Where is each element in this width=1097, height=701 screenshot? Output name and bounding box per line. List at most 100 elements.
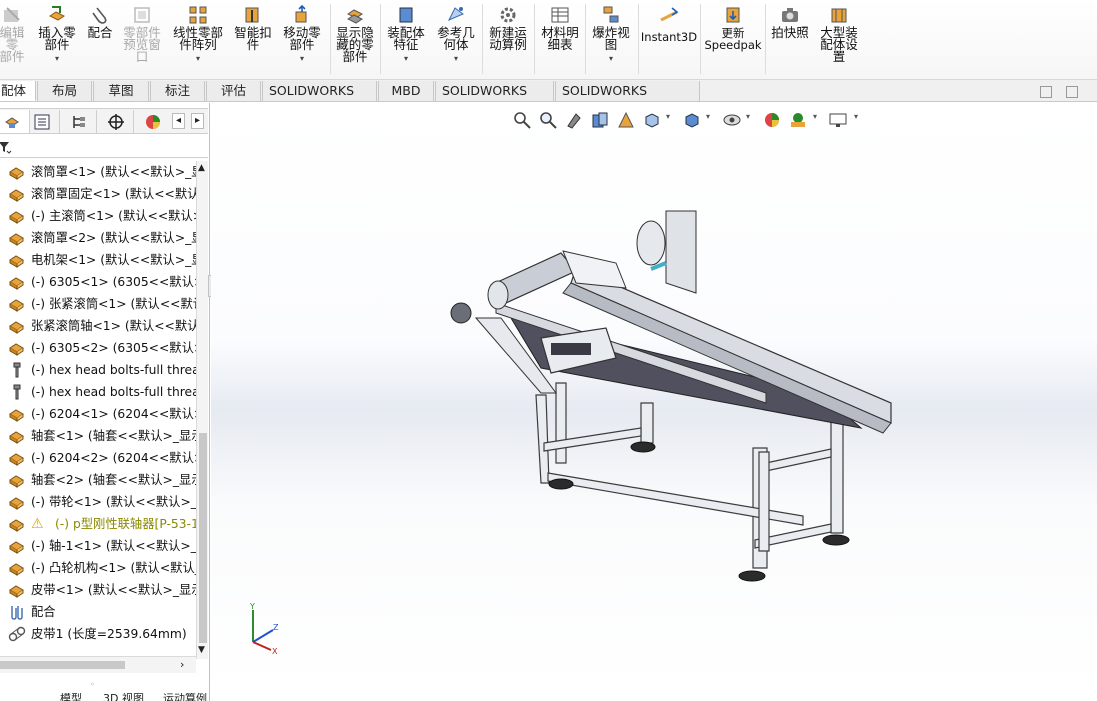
feature-tree-icon <box>5 117 19 128</box>
property-manager-tab[interactable] <box>24 110 60 133</box>
apply-scene-icon[interactable] <box>788 110 808 130</box>
part-icon <box>9 563 24 576</box>
tree-vertical-scroll-thumb[interactable] <box>199 433 207 643</box>
tab-solidworks-inspection[interactable]: SOLIDWORKS Inspection <box>555 81 700 117</box>
panel-tabs-scroll-right-icon[interactable]: ▸ <box>191 113 204 129</box>
configuration-manager-tab[interactable] <box>61 110 97 133</box>
tab-motion-study[interactable]: 运动算例 <box>163 693 207 701</box>
tab-evaluate[interactable]: 评估 <box>206 81 261 101</box>
tree-item[interactable]: 配合 <box>0 601 196 623</box>
tab-model[interactable]: 模型 <box>60 693 82 701</box>
section-view-icon[interactable] <box>590 110 610 130</box>
scroll-up-icon[interactable]: ▲ <box>198 163 205 173</box>
panel-resize-grip-icon[interactable]: ◦ <box>90 680 95 689</box>
tree-item[interactable]: (-) hex head bolts-full threa <box>0 381 196 403</box>
reference-geometry-button[interactable]: 参考几 何体 ▾ <box>434 4 478 65</box>
tile-left-icon[interactable] <box>1040 86 1052 98</box>
tree-item[interactable]: 电机架<1> (默认<<默认>_显 <box>0 249 196 271</box>
tab-layout[interactable]: 布局 <box>37 81 92 101</box>
tree-item[interactable]: 轴套<2> (轴套<<默认>_显示 <box>0 469 196 491</box>
tree-item[interactable]: (-) hex head bolts-full threa <box>0 359 196 381</box>
view-orientation-icon[interactable] <box>642 110 662 130</box>
tree-item[interactable]: (-) 6204<1> (6204<<默认>_ <box>0 403 196 425</box>
update-speedpak-button[interactable]: 更新 Speedpak <box>704 4 762 51</box>
hide-show-dropdown-icon[interactable]: ▾ <box>746 112 750 121</box>
assembly-features-dropdown-icon[interactable]: ▾ <box>404 53 408 65</box>
move-component-dropdown-icon[interactable]: ▾ <box>300 53 304 65</box>
ribbon-separator <box>380 4 381 74</box>
edit-appearance-icon[interactable] <box>762 110 782 130</box>
insert-component-dropdown-icon[interactable]: ▾ <box>55 53 59 65</box>
tab-assembly[interactable]: 配体 <box>0 81 36 101</box>
tree-item[interactable]: 滚筒罩<1> (默认<<默认>_显 <box>0 161 196 183</box>
new-motion-study-button[interactable]: 新建运 动算例 <box>486 4 530 51</box>
tab-sketch[interactable]: 草图 <box>93 81 149 101</box>
edit-component-button[interactable]: 编辑零 部件 <box>0 4 30 63</box>
linear-component-pattern-button[interactable]: 线性零部 件阵列 ▾ <box>170 4 226 65</box>
tab-mbd[interactable]: MBD <box>378 81 434 101</box>
mate-button[interactable]: 配合 <box>84 4 116 39</box>
edit-component-icon <box>4 7 20 22</box>
tree-item[interactable]: (-) 主滚筒<1> (默认<<默认> <box>0 205 196 227</box>
tab-markup[interactable]: 标注 <box>150 81 205 101</box>
instant3d-button[interactable]: Instant3D <box>640 4 698 43</box>
bill-of-materials-button[interactable]: 材料明 细表 <box>538 4 582 51</box>
zoom-to-fit-icon[interactable] <box>512 110 532 130</box>
tree-item[interactable]: (-) 6305<2> (6305<<默认>_ <box>0 337 196 359</box>
display-style-icon[interactable] <box>682 110 702 130</box>
hide-show-items-icon[interactable] <box>722 110 742 130</box>
reference-geometry-dropdown-icon[interactable]: ▾ <box>454 53 458 65</box>
tree-item[interactable]: 皮带1 (长度=2539.64mm) <box>0 623 196 645</box>
tree-horizontal-scroll-thumb[interactable] <box>0 661 125 669</box>
scroll-right-icon[interactable]: › <box>180 658 184 671</box>
view-settings-monitor-icon[interactable] <box>828 110 848 130</box>
view-orientation-dropdown-icon[interactable]: ▾ <box>666 112 670 121</box>
dimxpert-manager-tab[interactable] <box>98 110 134 133</box>
tree-item-label: (-) 凸轮机构<1> (默认<默认_ <box>31 561 196 575</box>
assembly-features-button[interactable]: 装配体 特征 ▾ <box>384 4 428 65</box>
display-style-dropdown-icon[interactable]: ▾ <box>706 112 710 121</box>
tab-solidworks-cam[interactable]: SOLIDWORKS CAM <box>435 81 554 117</box>
view-settings-dropdown-icon[interactable]: ▾ <box>854 112 858 121</box>
zoom-to-area-icon[interactable] <box>538 110 558 130</box>
show-hidden-components-button[interactable]: 显示隐 藏的零 部件 <box>334 4 376 63</box>
graphics-viewport[interactable]: Y Z X <box>211 103 1097 695</box>
panel-tabs-scroll-left-icon[interactable]: ◂ <box>172 113 185 129</box>
tab-solidworks-addins[interactable]: SOLIDWORKS 插件 <box>262 81 377 117</box>
reference-geometry-label: 参考几 何体 <box>437 25 475 52</box>
large-assembly-settings-button[interactable]: 大型装 配体设 置 <box>816 4 862 63</box>
linear-pattern-dropdown-icon[interactable]: ▾ <box>196 53 200 65</box>
tree-item[interactable]: (-) 轴-1<1> (默认<<默认>_显 <box>0 535 196 557</box>
tree-item[interactable]: ⚠ (-) p型刚性联轴器[P-53-1 <box>0 513 196 535</box>
move-component-button[interactable]: 移动零 部件 ▾ <box>280 4 324 65</box>
tree-item[interactable]: (-) 张紧滚筒<1> (默认<<默认 <box>0 293 196 315</box>
tile-right-icon[interactable] <box>1066 86 1078 98</box>
display-manager-tab[interactable] <box>135 110 171 133</box>
tab-3d-views[interactable]: 3D 视图 <box>103 693 144 701</box>
take-snapshot-button[interactable]: 拍快照 <box>768 4 812 39</box>
filter-funnel-icon[interactable] <box>0 140 14 154</box>
dynamic-annotation-icon[interactable] <box>616 110 636 130</box>
tree-horizontal-scrollbar[interactable]: › <box>0 656 196 673</box>
conveyor-3d-model[interactable] <box>211 103 1097 695</box>
component-preview-window-button[interactable]: 零部件 预览窗 口 <box>120 4 164 63</box>
previous-view-icon[interactable] <box>564 110 584 130</box>
tree-item[interactable]: (-) 带轮<1> (默认<<默认>_显 <box>0 491 196 513</box>
tree-item[interactable]: (-) 6204<2> (6204<<默认>_ <box>0 447 196 469</box>
tree-item[interactable]: 皮带<1> (默认<<默认>_显示 <box>0 579 196 601</box>
tree-item[interactable]: (-) 6305<1> (6305<<默认>_ <box>0 271 196 293</box>
tree-item[interactable]: 轴套<1> (轴套<<默认>_显示 <box>0 425 196 447</box>
exploded-view-button[interactable]: 爆炸视 图 ▾ <box>588 4 634 65</box>
smart-fasteners-button[interactable]: 智能扣 件 <box>232 4 274 51</box>
exploded-view-dropdown-icon[interactable]: ▾ <box>609 53 613 65</box>
apply-scene-dropdown-icon[interactable]: ▾ <box>813 112 817 121</box>
insert-component-button[interactable]: 插入零 部件 ▾ <box>36 4 78 65</box>
tree-item[interactable]: (-) 凸轮机构<1> (默认<默认_ <box>0 557 196 579</box>
linear-pattern-label: 线性零部 件阵列 <box>172 25 223 52</box>
tree-item[interactable]: 张紧滚筒轴<1> (默认<<默认 <box>0 315 196 337</box>
scroll-down-icon[interactable]: ▼ <box>198 645 205 655</box>
tree-item-label: (-) hex head bolts-full threa <box>31 385 196 399</box>
tree-item[interactable]: 滚筒罩<2> (默认<<默认>_显 <box>0 227 196 249</box>
tree-vertical-scrollbar[interactable]: ▲ ▼ <box>196 161 208 659</box>
tree-item[interactable]: 滚筒罩固定<1> (默认<<默认 <box>0 183 196 205</box>
